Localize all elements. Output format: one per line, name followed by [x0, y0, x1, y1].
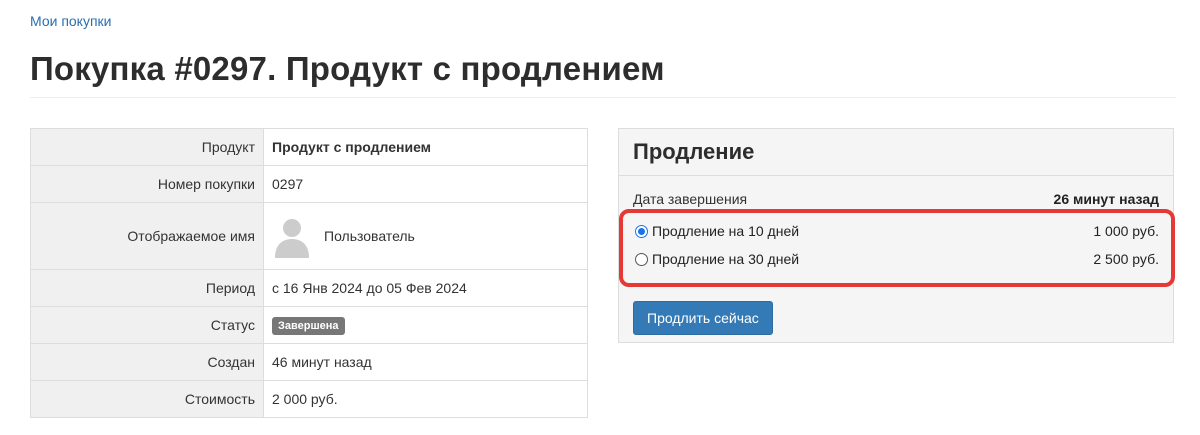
renewal-panel: Продление Дата завершения 26 минут назад… [618, 128, 1175, 343]
renew-now-button[interactable]: Продлить сейчас [633, 301, 773, 335]
end-date-row: Дата завершения 26 минут назад [633, 191, 1159, 207]
row-label-purchase-number: Номер покупки [30, 165, 264, 203]
row-value-status-cell: Завершена [263, 306, 588, 344]
breadcrumb-my-purchases[interactable]: Мои покупки [30, 13, 112, 29]
renewal-option-label[interactable]: Продление на 30 дней [652, 251, 799, 267]
table-row: Продукт Продукт с продлением [30, 128, 588, 166]
renewal-option-price: 2 500 руб. [1093, 251, 1159, 267]
radio-checked-icon[interactable] [635, 224, 648, 238]
user-avatar-placeholder-icon [272, 214, 312, 258]
table-row: Период с 16 Янв 2024 до 05 Фев 2024 [30, 269, 588, 307]
end-date-value: 26 минут назад [1053, 191, 1159, 207]
renewal-option-price: 1 000 руб. [1093, 223, 1159, 239]
row-value-cost: 2 000 руб. [263, 380, 588, 418]
row-value-created: 46 минут назад [263, 343, 588, 381]
row-value-display-name-cell: Пользователь [263, 202, 588, 270]
row-label-product: Продукт [30, 128, 264, 166]
row-label-period: Период [30, 269, 264, 307]
table-row: Стоимость 2 000 руб. [30, 380, 588, 418]
renewal-panel-header: Продление [619, 129, 1173, 176]
table-row: Отображаемое имя Пользователь [30, 202, 588, 270]
table-row: Статус Завершена [30, 306, 588, 344]
row-label-status: Статус [30, 306, 264, 344]
renewal-option-30-days[interactable]: Продление на 30 дней 2 500 руб. [635, 251, 1159, 267]
status-badge: Завершена [272, 316, 345, 335]
row-label-display-name: Отображаемое имя [30, 202, 264, 270]
page-title: Покупка #0297. Продукт с продлением [30, 50, 665, 87]
row-value-purchase-number: 0297 [263, 165, 588, 203]
renewal-panel-title: Продление [633, 139, 755, 164]
renewal-option-label[interactable]: Продление на 10 дней [652, 223, 799, 239]
radio-unchecked-icon[interactable] [635, 252, 648, 266]
row-value-display-name: Пользователь [324, 228, 415, 244]
title-divider [30, 97, 1176, 98]
row-label-created: Создан [30, 343, 264, 381]
purchase-details-table: Продукт Продукт с продлением Номер покуп… [30, 128, 588, 418]
row-value-product: Продукт с продлением [263, 128, 588, 166]
end-date-label: Дата завершения [633, 191, 748, 207]
table-row: Номер покупки 0297 [30, 165, 588, 203]
row-value-period: с 16 Янв 2024 до 05 Фев 2024 [263, 269, 588, 307]
renewal-options-highlight: Продление на 10 дней 1 000 руб. Продлени… [619, 209, 1175, 287]
row-label-cost: Стоимость [30, 380, 264, 418]
renewal-option-10-days[interactable]: Продление на 10 дней 1 000 руб. [635, 223, 1159, 239]
table-row: Создан 46 минут назад [30, 343, 588, 381]
